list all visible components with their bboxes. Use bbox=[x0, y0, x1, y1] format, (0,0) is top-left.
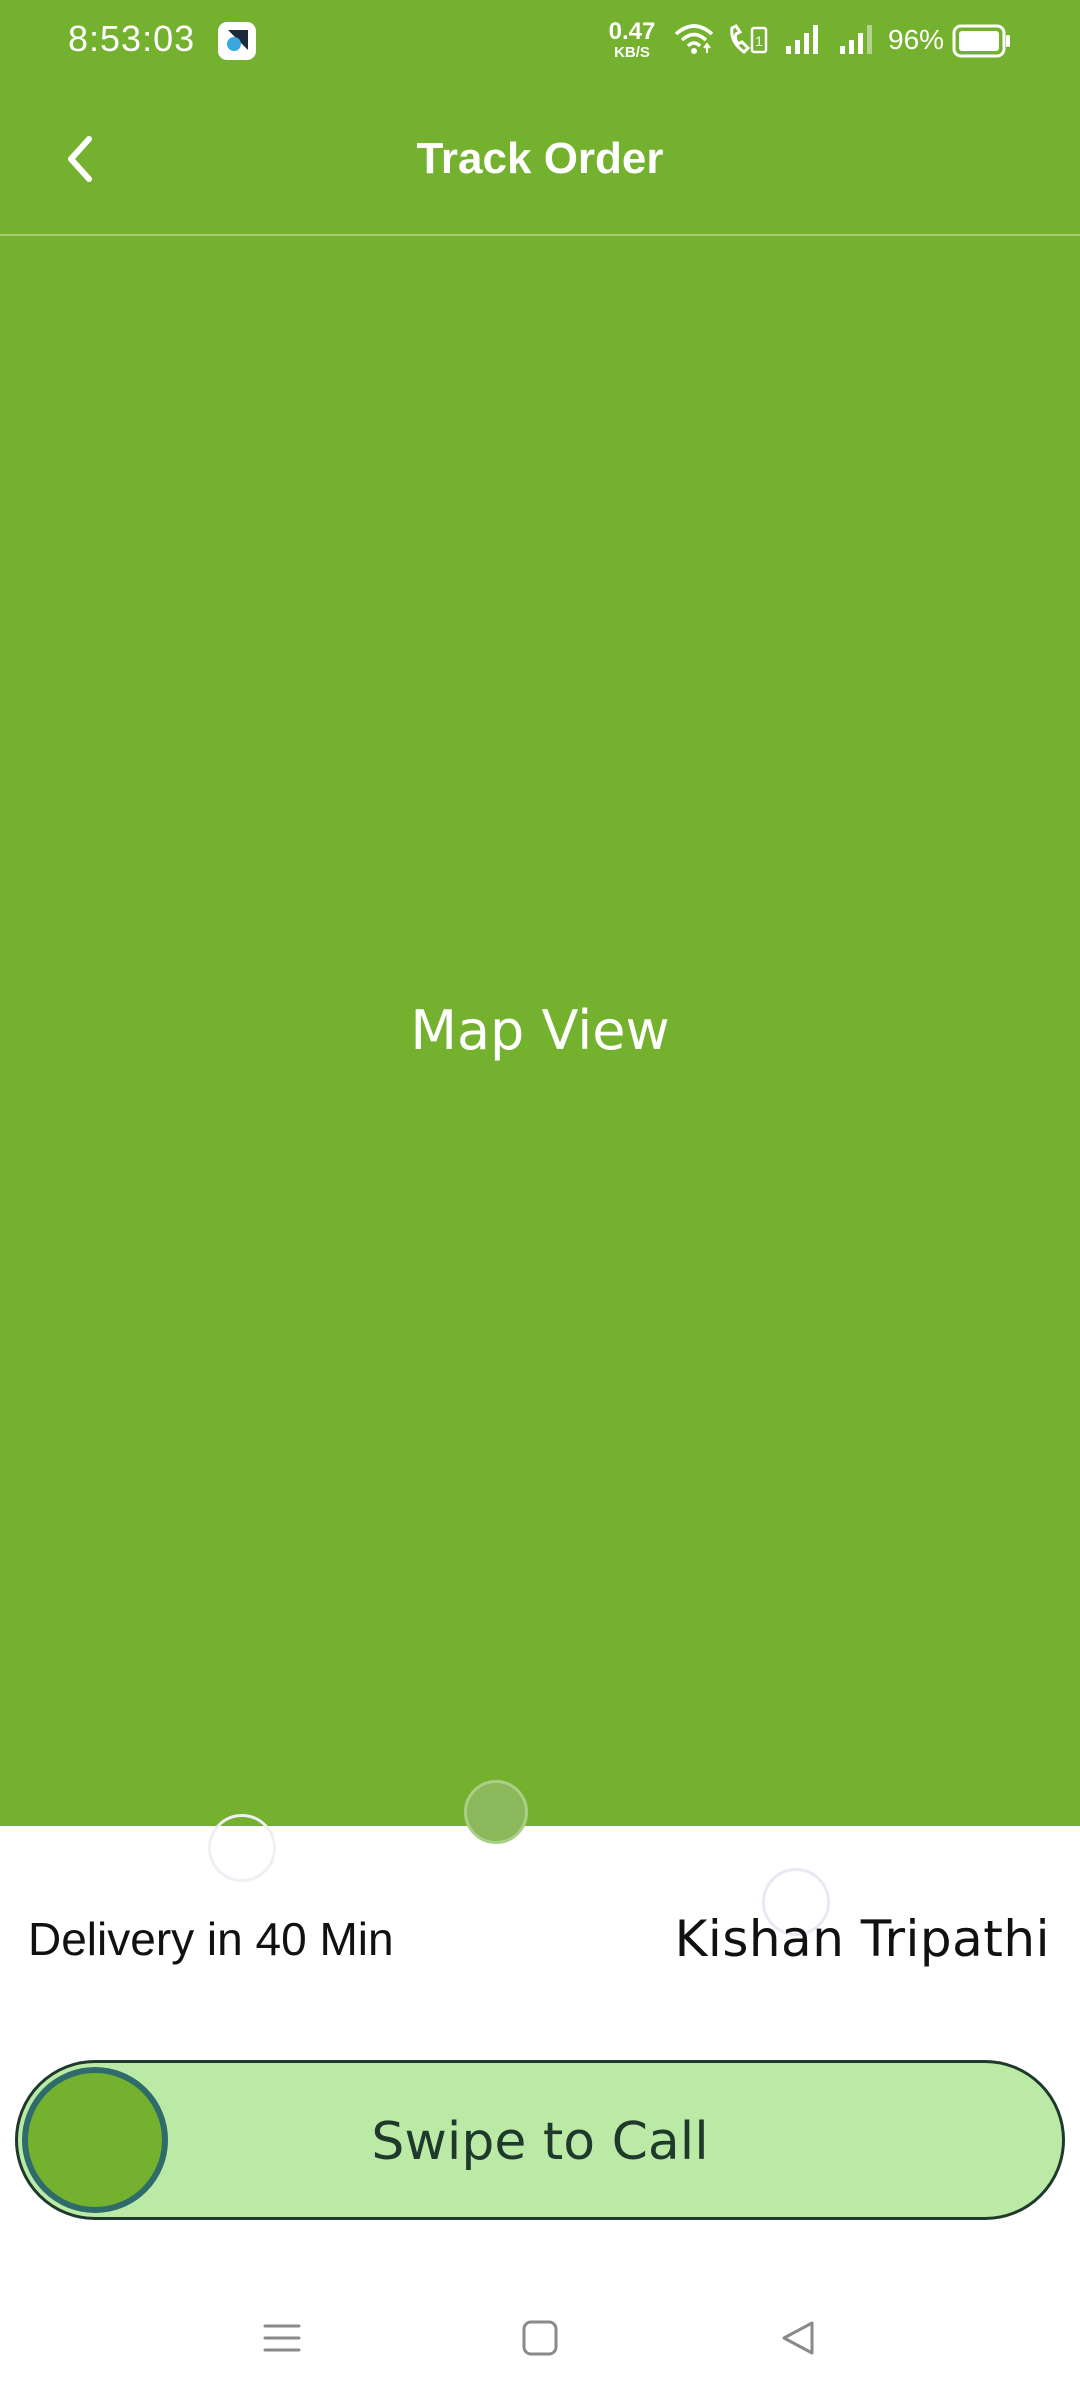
signal-strength-icon-sim1 bbox=[784, 22, 824, 62]
signal-strength-icon-sim2 bbox=[838, 22, 878, 62]
system-back-button[interactable] bbox=[768, 2310, 828, 2366]
map-placeholder-label: Map View bbox=[410, 999, 670, 1062]
battery-icon bbox=[952, 24, 1012, 62]
network-speed: 0.47 KB/S bbox=[608, 18, 656, 61]
recents-button[interactable] bbox=[252, 2310, 312, 2366]
volte-call-icon: 1 bbox=[726, 22, 770, 62]
app-notification-icon bbox=[218, 22, 256, 60]
touch-indicator bbox=[464, 1780, 528, 1844]
svg-text:1: 1 bbox=[755, 33, 763, 49]
menu-icon bbox=[263, 2324, 301, 2352]
swipe-to-call-slider[interactable]: Swipe to Call bbox=[15, 2060, 1065, 2220]
wifi-icon bbox=[674, 22, 714, 62]
swipe-handle[interactable] bbox=[22, 2067, 168, 2213]
map-view[interactable]: Map View bbox=[0, 236, 1080, 1826]
app-header: Track Order bbox=[0, 84, 1080, 236]
driver-name: Kishan Tripathi bbox=[674, 1910, 1050, 1968]
home-button[interactable] bbox=[510, 2310, 570, 2366]
swipe-label: Swipe to Call bbox=[371, 2112, 709, 2172]
status-time: 8:53:03 bbox=[68, 18, 196, 59]
touch-indicator bbox=[208, 1814, 276, 1882]
page-title: Track Order bbox=[416, 134, 664, 183]
square-icon bbox=[522, 2320, 558, 2356]
status-bar: 8:53:03 0.47 KB/S 1 96% bbox=[0, 0, 1080, 84]
triangle-back-icon bbox=[782, 2321, 814, 2355]
delivery-eta: Delivery in 40 Min bbox=[28, 1913, 394, 1965]
system-nav-bar bbox=[0, 2270, 1080, 2400]
battery-percent: 96% bbox=[888, 24, 945, 55]
track-order-screen: 8:53:03 0.47 KB/S 1 96% Track Order Map … bbox=[0, 0, 1080, 2400]
